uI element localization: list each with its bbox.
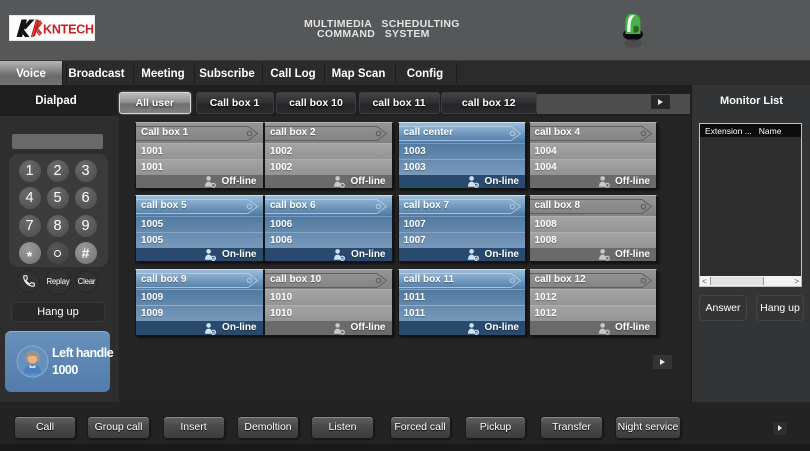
- svg-text:KNTECH: KNTECH: [43, 23, 94, 37]
